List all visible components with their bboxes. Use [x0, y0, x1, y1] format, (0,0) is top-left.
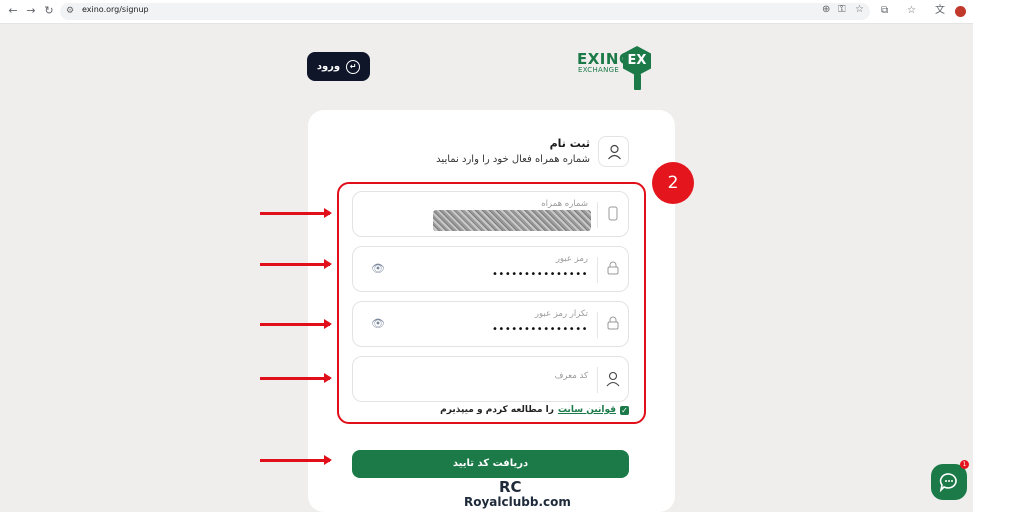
browser-toolbar: ← → ↻ ⚙ exino.org/signup ⊕ ⚿ ☆ ⧉ ☆ 文: [0, 0, 973, 24]
annotation-arrow: [260, 259, 332, 269]
chat-support-button[interactable]: [931, 464, 967, 500]
field-divider: [597, 257, 598, 283]
profile-avatar-icon[interactable]: [955, 6, 966, 17]
site-info-icon[interactable]: ⚙: [66, 6, 74, 16]
field-divider: [597, 367, 598, 393]
forward-icon[interactable]: →: [24, 4, 38, 18]
password-value: •••••••••••••••: [492, 269, 588, 280]
confirm-password-value: •••••••••••••••: [492, 324, 588, 335]
password-field-label: رمز عبور: [555, 254, 588, 264]
terms-link[interactable]: قوانین سایت: [558, 405, 616, 415]
annotation-arrow: [260, 208, 332, 218]
watermark-logo: RC: [499, 478, 522, 496]
terms-text: را مطالعه کردم و میپذیرم: [440, 405, 554, 415]
eye-icon[interactable]: 👁: [371, 317, 385, 330]
field-divider: [597, 312, 598, 338]
annotation-arrow: [260, 373, 332, 383]
zoom-icon[interactable]: ⊕: [822, 4, 830, 16]
get-verification-code-button[interactable]: دریافت کد تایید: [352, 450, 629, 478]
favorites-icon[interactable]: ☆: [907, 5, 916, 17]
lock-icon: [606, 316, 620, 332]
page-title: ثبت نام: [549, 137, 590, 150]
redacted-phone-value: [433, 210, 591, 231]
confirm-password-field[interactable]: تکرار رمز عبور ••••••••••••••• 👁: [352, 301, 629, 347]
bookmark-star-icon[interactable]: ☆: [855, 4, 864, 16]
extensions-icon[interactable]: ⧉: [881, 5, 888, 17]
login-label: ورود: [316, 61, 341, 72]
phone-field[interactable]: شماره همراه: [352, 191, 629, 237]
watermark-text: Royalclubb.com: [464, 495, 571, 509]
password-key-icon[interactable]: ⚿: [838, 4, 846, 16]
eye-icon[interactable]: 👁: [371, 262, 385, 275]
phone-icon: [606, 206, 620, 222]
right-edge-strip: [973, 0, 1024, 512]
logo-tag-icon: [634, 74, 641, 90]
referral-code-field[interactable]: کد معرف: [352, 356, 629, 402]
annotation-arrow: [260, 455, 332, 465]
password-field[interactable]: رمز عبور ••••••••••••••• 👁: [352, 246, 629, 292]
confirm-password-label: تکرار رمز عبور: [534, 309, 588, 319]
url-text[interactable]: exino.org/signup: [82, 5, 149, 14]
user-icon: [606, 371, 620, 387]
terms-checkbox[interactable]: ✓: [620, 405, 629, 415]
address-bar[interactable]: ⚙ exino.org/signup ⊕ ⚿ ☆: [60, 3, 870, 20]
field-divider: [597, 202, 598, 228]
exino-logo[interactable]: EXINO EXCHANGE EX: [577, 46, 653, 92]
back-icon[interactable]: ←: [6, 4, 20, 18]
user-avatar-icon: [598, 136, 629, 167]
reload-icon[interactable]: ↻: [42, 4, 56, 18]
page-subtitle: شماره همراه فعال خود را وارد نمایید: [436, 154, 590, 165]
lock-icon: [606, 261, 620, 277]
login-button[interactable]: ورود ↵: [307, 52, 370, 81]
step-number-badge: 2: [652, 162, 694, 204]
translate-icon[interactable]: 文: [935, 5, 945, 17]
logo-subtitle: EXCHANGE: [578, 66, 620, 74]
annotation-arrow: [260, 319, 332, 329]
terms-row: ✓ قوانین سایت را مطالعه کردم و میپذیرم: [440, 405, 629, 415]
login-arrow-icon: ↵: [346, 59, 361, 74]
phone-field-label: شماره همراه: [541, 199, 588, 209]
chat-unread-badge: 1: [960, 460, 969, 469]
referral-code-label: کد معرف: [554, 371, 588, 381]
